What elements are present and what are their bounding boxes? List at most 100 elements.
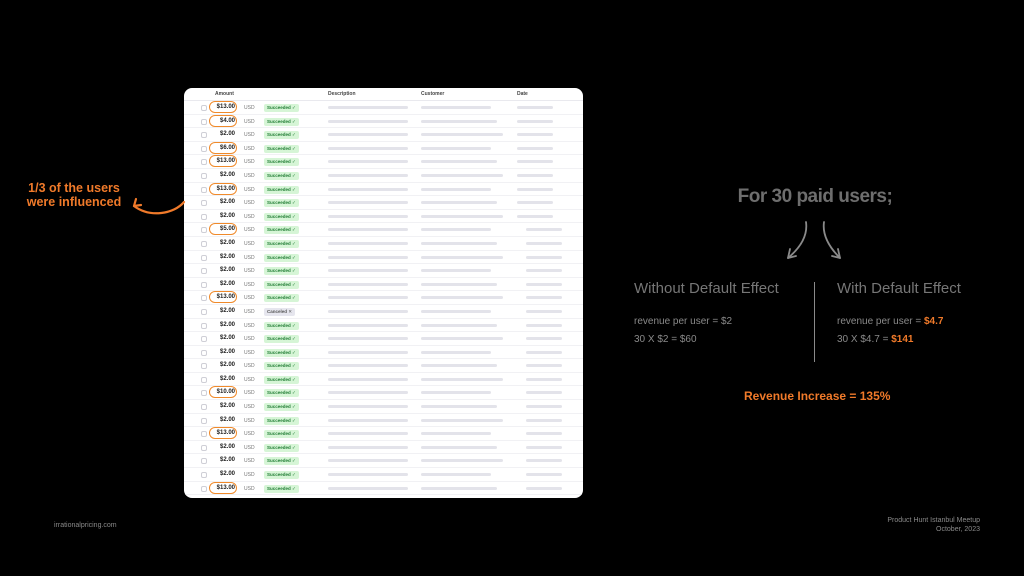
column-amount[interactable]: Amount: [215, 91, 234, 97]
row-checkbox[interactable]: [201, 417, 207, 424]
table-row[interactable]: $2.00 USD Succeeded ✓: [184, 441, 583, 455]
row-checkbox[interactable]: [201, 213, 207, 220]
row-checkbox[interactable]: [201, 268, 207, 275]
blurred-date: [526, 405, 562, 409]
row-checkbox[interactable]: [201, 458, 207, 465]
row-checkbox[interactable]: [201, 376, 207, 383]
table-row[interactable]: $10.00 USD Succeeded ✓: [184, 386, 583, 401]
table-row[interactable]: $2.00 USD Succeeded ✓: [184, 264, 583, 278]
amount-cell: $2.00: [210, 197, 235, 208]
table-row[interactable]: $13.00 USD Succeeded ✓: [184, 101, 583, 115]
blurred-description: [328, 405, 408, 409]
row-checkbox[interactable]: [201, 349, 207, 356]
currency-value: USD: [244, 322, 255, 329]
table-row[interactable]: $2.00 USD Succeeded ✓: [184, 319, 583, 333]
table-row[interactable]: $13.00 USD Succeeded ✓: [184, 427, 583, 441]
row-checkbox[interactable]: [201, 118, 207, 125]
column-description[interactable]: Description: [328, 91, 356, 97]
row-checkbox[interactable]: [201, 105, 207, 111]
table-row[interactable]: $6.00 USD Succeeded ✓: [184, 141, 583, 156]
table-row[interactable]: $2.00 USD Succeeded ✓: [184, 346, 583, 360]
blurred-description: [328, 160, 408, 164]
row-checkbox[interactable]: [201, 431, 207, 438]
blurred-date: [526, 364, 562, 368]
table-row[interactable]: $2.00 USD Succeeded ✓: [184, 210, 583, 224]
blurred-customer: [421, 445, 497, 449]
blurred-customer: [421, 350, 491, 354]
table-row[interactable]: $2.00 USD Canceled ✕: [184, 305, 583, 319]
blurred-description: [328, 445, 408, 449]
blurred-customer: [421, 173, 503, 177]
highlight-ring: [209, 141, 237, 154]
amount-value: $2.00: [219, 375, 235, 382]
table-row[interactable]: $2.00 USD Succeeded ✓: [184, 278, 583, 292]
status-badge: Succeeded ✓: [264, 280, 299, 289]
table-row[interactable]: $2.00 USD Succeeded ✓: [184, 237, 583, 251]
amount-cell: $2.00: [210, 279, 235, 290]
blurred-customer: [421, 418, 503, 422]
row-checkbox[interactable]: [201, 308, 207, 315]
table-row[interactable]: $13.00 USD Succeeded ✓: [184, 182, 583, 197]
blurred-date: [517, 173, 553, 177]
amount-value: $2.00: [219, 416, 235, 423]
row-checkbox[interactable]: [201, 172, 207, 179]
amount-cell: $2.00: [210, 306, 235, 317]
row-checkbox[interactable]: [201, 132, 207, 139]
row-checkbox[interactable]: [201, 444, 207, 451]
table-row[interactable]: $4.00 USD Succeeded ✓: [184, 114, 583, 129]
currency-value: USD: [244, 404, 255, 411]
column-customer[interactable]: Customer: [421, 91, 444, 97]
blurred-customer: [421, 364, 497, 368]
blurred-description: [328, 146, 408, 150]
blurred-customer: [421, 255, 503, 259]
table-row[interactable]: $2.00 USD Succeeded ✓: [184, 454, 583, 469]
row-checkbox[interactable]: [201, 159, 207, 166]
currency-value: USD: [244, 485, 255, 492]
row-checkbox[interactable]: [201, 336, 207, 343]
amount-cell: $2.00: [210, 265, 235, 276]
table-row[interactable]: $2.00 USD Succeeded ✓: [184, 332, 583, 346]
status-badge: Succeeded ✓: [264, 321, 299, 330]
table-row[interactable]: $2.00 USD Succeeded ✓: [184, 414, 583, 428]
table-row[interactable]: $5.00 USD Succeeded ✓: [184, 223, 583, 237]
row-checkbox[interactable]: [201, 186, 207, 193]
table-row[interactable]: $2.00 USD Succeeded ✓: [184, 400, 583, 414]
blurred-description: [328, 391, 408, 395]
row-checkbox[interactable]: [201, 145, 207, 152]
table-row[interactable]: $2.00 USD Succeeded ✓: [184, 169, 583, 183]
row-checkbox[interactable]: [201, 390, 207, 397]
status-badge: Succeeded ✓: [264, 375, 299, 384]
table-row[interactable]: $13.00 USD Succeeded ✓: [184, 155, 583, 169]
row-checkbox[interactable]: [201, 227, 207, 234]
blurred-customer: [421, 133, 503, 137]
row-checkbox[interactable]: [201, 322, 207, 329]
table-row[interactable]: $2.00 USD Succeeded ✓: [184, 373, 583, 387]
column-date[interactable]: Date: [517, 91, 528, 97]
table-row[interactable]: $2.00 USD Succeeded ✓: [184, 359, 583, 373]
row-checkbox[interactable]: [201, 254, 207, 261]
table-row[interactable]: $2.00 USD Succeeded ✓: [184, 128, 583, 142]
row-checkbox[interactable]: [201, 281, 207, 288]
row-checkbox[interactable]: [201, 472, 207, 479]
highlight-ring: [209, 386, 237, 399]
status-badge: Succeeded ✓: [264, 199, 299, 208]
row-checkbox[interactable]: [201, 240, 207, 247]
table-row[interactable]: $2.00 USD Succeeded ✓: [184, 196, 583, 210]
row-checkbox[interactable]: [201, 200, 207, 207]
table-row[interactable]: $13.00 USD Succeeded ✓: [184, 291, 583, 305]
table-row[interactable]: $2.00 USD Succeeded ✓: [184, 251, 583, 265]
footer-event-info: Product Hunt Istanbul Meetup October, 20…: [887, 516, 980, 534]
blurred-description: [328, 228, 408, 232]
blurred-date: [526, 241, 562, 245]
annotation-line-2: were influenced: [26, 195, 122, 209]
table-row[interactable]: $2.00 USD Succeeded ✓: [184, 468, 583, 482]
blurred-description: [328, 269, 408, 273]
table-row[interactable]: $13.00 USD Succeeded ✓: [184, 481, 583, 496]
row-checkbox[interactable]: [201, 363, 207, 370]
with-default-title: With Default Effect: [837, 280, 961, 297]
row-checkbox[interactable]: [201, 295, 207, 302]
currency-value: USD: [244, 390, 255, 397]
row-checkbox[interactable]: [201, 404, 207, 411]
row-checkbox[interactable]: [201, 485, 207, 492]
currency-value: USD: [244, 240, 255, 247]
